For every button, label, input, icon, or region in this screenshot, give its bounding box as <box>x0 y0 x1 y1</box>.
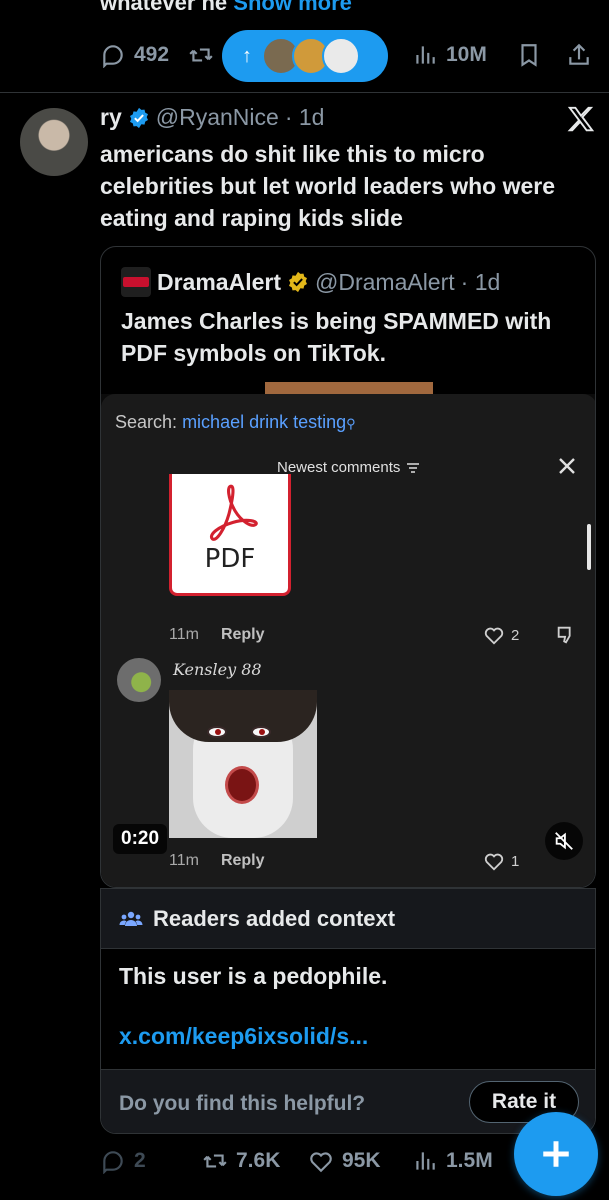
views-icon <box>416 1152 435 1170</box>
tweet-time: · 1d <box>284 104 325 130</box>
comment-2-reply: Reply <box>220 852 265 869</box>
comment-1-time: 11m <box>169 626 199 643</box>
dislike-icon <box>557 626 571 644</box>
like-count: 95K <box>342 1149 381 1172</box>
tiktok-comments-panel: Search: michael drink testing⚲ Newest co… <box>101 394 595 887</box>
gold-verified-badge-icon <box>289 271 307 293</box>
pdf-sticker: PDF <box>169 474 291 596</box>
video-top-strip <box>101 382 595 394</box>
quoted-tweet[interactable]: DramaAlert @DramaAlert · 1d James Charle… <box>100 246 596 888</box>
comment-1-like-count: 2 <box>511 626 520 644</box>
community-note-link[interactable]: x.com/keep6ixsolid/s... <box>119 1023 368 1050</box>
muted-speaker-icon <box>555 832 573 850</box>
previous-reply-count: 492 <box>134 43 170 66</box>
quoted-tweet-header: DramaAlert @DramaAlert · 1d <box>121 267 500 297</box>
mute-button[interactable] <box>545 822 583 860</box>
avatar <box>322 37 360 75</box>
views-count: 1.5M <box>446 1149 493 1172</box>
verified-badge-icon <box>129 107 148 128</box>
bookmark-icon <box>521 44 537 67</box>
community-note-title: Readers added context <box>153 905 396 931</box>
previous-repost-action[interactable] <box>188 42 214 68</box>
pdf-label: PDF <box>204 544 256 574</box>
tiktok-search: Search: michael drink testing⚲ <box>115 412 356 433</box>
previous-tweet-fragment: whatever he <box>100 0 228 15</box>
tiktok-search-query: michael drink testing <box>182 412 347 432</box>
views-icon <box>416 46 435 64</box>
pdf-acrobat-icon <box>209 484 258 541</box>
comment-2-time: 11m <box>169 852 199 869</box>
video-player[interactable]: Search: michael drink testing⚲ Newest co… <box>101 382 595 887</box>
reply-icon <box>103 1151 123 1174</box>
community-note-body: This user is a pedophile. <box>119 963 388 989</box>
quoted-author-avatar <box>121 267 151 297</box>
tweet-divider <box>0 92 609 93</box>
repost-action[interactable]: 7.6K <box>202 1148 280 1174</box>
quoted-author-handle: @DramaAlert <box>315 268 455 295</box>
reply-action[interactable]: 2 <box>100 1148 146 1174</box>
reply-icon <box>103 45 123 68</box>
quoted-tweet-time: · 1d <box>460 268 501 295</box>
tiktok-search-label: Search: <box>115 412 178 432</box>
video-timecode: 0:20 <box>113 824 168 854</box>
heart-icon <box>484 627 504 645</box>
search-icon: ⚲ <box>346 416 356 431</box>
comment-1-reply: Reply <box>220 626 265 643</box>
community-note-header: Readers added context <box>101 889 595 949</box>
repost-icon <box>189 48 213 62</box>
x-logo-icon[interactable] <box>566 104 596 134</box>
views-action[interactable]: 1.5M <box>412 1148 493 1174</box>
comment-2-like-count: 1 <box>511 852 520 870</box>
new-posts-avatars <box>262 37 360 75</box>
compose-button[interactable] <box>514 1112 598 1196</box>
new-posts-pill[interactable]: ↑ <box>222 30 388 82</box>
repost-icon <box>203 1154 227 1168</box>
close-icon <box>559 458 575 474</box>
previous-views-action[interactable]: 10M <box>412 42 487 68</box>
comment-2-meta: 11m Reply <box>169 852 265 870</box>
author-name[interactable]: ry <box>100 104 122 131</box>
tweet-header: ry @RyanNice · 1d <box>100 104 324 131</box>
arrow-up-icon: ↑ <box>242 44 252 67</box>
community-note-footer: Do you find this helpful? Rate it <box>101 1069 595 1133</box>
reply-count: 2 <box>134 1149 146 1172</box>
comment-1-likes: 2 <box>483 624 519 646</box>
people-icon <box>119 911 143 926</box>
author-handle[interactable]: @RyanNice <box>156 104 279 131</box>
show-more-link[interactable]: Show more <box>233 0 352 15</box>
tiktok-sort-label: Newest comments <box>277 459 401 476</box>
heart-icon <box>310 1152 332 1173</box>
comment-2-likes: 1 <box>483 850 519 872</box>
quoted-author-name: DramaAlert <box>157 268 281 295</box>
scroll-indicator <box>587 524 591 570</box>
previous-bookmark-action[interactable] <box>516 42 542 68</box>
face-photo <box>169 690 317 838</box>
heart-icon <box>484 853 504 871</box>
like-action[interactable]: 95K <box>308 1148 381 1174</box>
community-note: Readers added context This user is a ped… <box>100 888 596 1134</box>
tiktok-sort: Newest comments <box>277 459 420 476</box>
previous-views-count: 10M <box>446 43 487 66</box>
plus-icon <box>543 1141 569 1167</box>
previous-reply-action[interactable]: 492 <box>100 42 169 68</box>
helpful-question: Do you find this helpful? <box>119 1092 366 1115</box>
repost-count: 7.6K <box>236 1149 281 1172</box>
comment-1-meta: 11m Reply <box>169 626 265 644</box>
commenter-avatar <box>117 658 161 702</box>
previous-tweet-text: whatever he Show more <box>100 0 352 16</box>
commenter-username: Kensley 88 <box>173 660 262 679</box>
author-avatar[interactable] <box>20 108 88 176</box>
tweet-text: americans do shit like this to micro cel… <box>100 141 556 231</box>
previous-share-action[interactable] <box>566 42 592 68</box>
filter-icon <box>407 462 420 473</box>
share-icon <box>569 43 589 65</box>
quoted-tweet-text: James Charles is being SPAMMED with PDF … <box>121 308 552 366</box>
